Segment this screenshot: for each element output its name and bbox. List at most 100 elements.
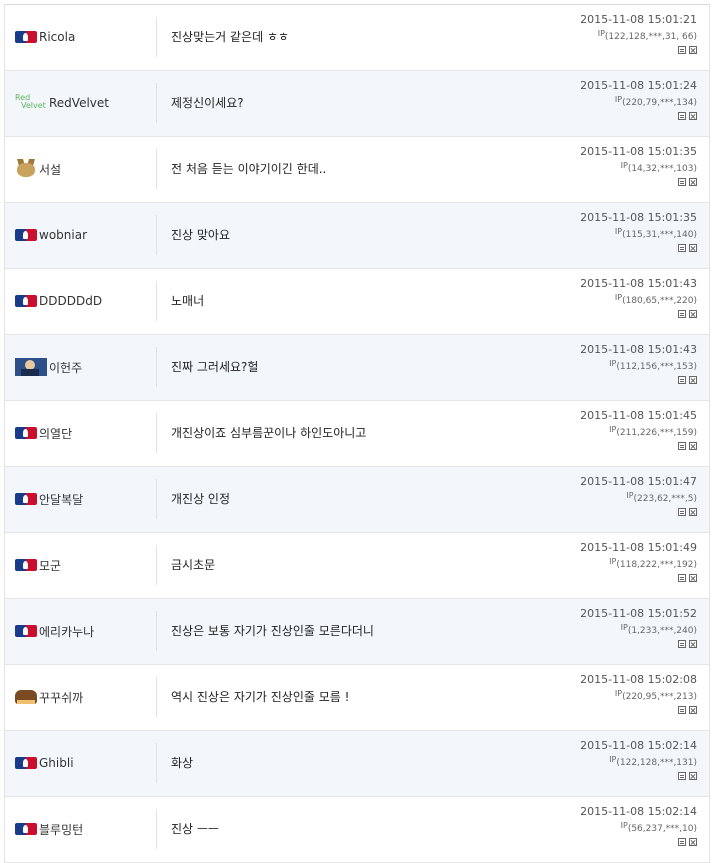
comment-timestamp: 2015-11-08 15:01:47: [580, 475, 697, 488]
comment-author[interactable]: 의열단: [15, 423, 72, 443]
author-name[interactable]: 모군: [39, 557, 61, 574]
comment-meta: 2015-11-08 15:01:49 IP(118,222,***,192): [580, 541, 697, 582]
edit-icon[interactable]: [678, 838, 686, 846]
delete-icon[interactable]: [689, 310, 697, 318]
comment-row: 에리카누나 진상은 보통 자기가 진상인줄 모른다더니 2015-11-08 15:…: [5, 599, 709, 665]
ip-address: IP(180,65,***,220): [580, 291, 697, 308]
comment-author[interactable]: Red Velvet RedVelvet: [15, 93, 109, 113]
comment-meta: 2015-11-08 15:02:14 IP(122,128,***,131): [580, 739, 697, 780]
column-divider: [156, 479, 157, 519]
comment-meta: 2015-11-08 15:01:21 IP(122,128,***,31, 66…: [580, 13, 697, 54]
edit-icon[interactable]: [678, 244, 686, 252]
ip-value: (223,62,***,5): [633, 494, 697, 504]
delete-icon[interactable]: [689, 376, 697, 384]
author-name[interactable]: 서설: [39, 161, 61, 178]
ip-label: IP: [620, 821, 628, 830]
comment-author[interactable]: 서설: [15, 159, 61, 179]
column-divider: [156, 677, 157, 717]
comment-author[interactable]: Ricola: [15, 27, 75, 47]
comment-row: Ricola 진상맞는거 같은데 ㅎㅎ 2015-11-08 15:01:21 IP(…: [5, 5, 709, 71]
delete-icon[interactable]: [689, 640, 697, 648]
ip-address: IP(220,95,***,213): [580, 687, 697, 704]
comment-actions: [580, 244, 697, 252]
edit-icon[interactable]: [678, 640, 686, 648]
ip-label: IP: [614, 689, 623, 698]
edit-icon[interactable]: [678, 706, 686, 714]
edit-icon[interactable]: [678, 772, 686, 780]
column-divider: [156, 545, 157, 585]
ip-value: (122,128,***,131): [616, 758, 697, 768]
comment-meta: 2015-11-08 15:01:43 IP(112,156,***,153): [580, 343, 697, 384]
author-name[interactable]: 블루밍턴: [39, 821, 83, 838]
comment-author[interactable]: 블루밍턴: [15, 819, 83, 839]
author-name[interactable]: Ghibli: [39, 756, 74, 770]
author-name[interactable]: 에리카누나: [39, 623, 94, 640]
comment-row: Red Velvet RedVelvet 제정신이세요? 2015-11-08 15:0…: [5, 71, 709, 137]
comment-text: 제정신이세요?: [171, 96, 244, 110]
comment-row: 서설 전 처음 듣는 이야기이긴 한데.. 2015-11-08 15:01:35 I…: [5, 137, 709, 203]
delete-icon[interactable]: [689, 574, 697, 582]
comment-author[interactable]: wobniar: [15, 225, 87, 245]
ip-value: (1,233,***,240): [627, 626, 697, 636]
delete-icon[interactable]: [689, 178, 697, 186]
comment-text: 진상은 보통 자기가 진상인줄 모른다더니: [171, 624, 374, 638]
delete-icon[interactable]: [689, 46, 697, 54]
comment-text: 금시초문: [171, 558, 216, 572]
ip-address: IP(118,222,***,192): [580, 555, 697, 572]
ip-value: (115,31,***,140): [622, 230, 697, 240]
comment-timestamp: 2015-11-08 15:01:43: [580, 277, 697, 290]
edit-icon[interactable]: [678, 178, 686, 186]
edit-icon[interactable]: [678, 376, 686, 384]
comment-author[interactable]: DDDDDdD: [15, 291, 102, 311]
mlb-logo-icon: [15, 427, 37, 439]
comment-author[interactable]: 에리카누나: [15, 621, 94, 641]
ip-label: IP: [626, 491, 634, 500]
comment-meta: 2015-11-08 15:01:43 IP(180,65,***,220): [580, 277, 697, 318]
author-name[interactable]: 의열단: [39, 425, 72, 442]
comment-author[interactable]: 꾸꾸쉬까: [15, 687, 83, 707]
comment-author[interactable]: Ghibli: [15, 753, 74, 773]
mlb-logo-icon: [15, 229, 37, 241]
cat-avatar-icon: [15, 159, 37, 179]
delete-icon[interactable]: [689, 244, 697, 252]
comment-author[interactable]: 모군: [15, 555, 61, 575]
comment-text: 전 처음 듣는 이야기이긴 한데..: [171, 162, 327, 176]
delete-icon[interactable]: [689, 508, 697, 516]
edit-icon[interactable]: [678, 508, 686, 516]
author-name[interactable]: Ricola: [39, 30, 75, 44]
column-divider: [156, 215, 157, 255]
author-name[interactable]: 안달복달: [39, 491, 83, 508]
comment-author[interactable]: 안달복달: [15, 489, 83, 509]
ip-label: IP: [614, 95, 623, 104]
comment-timestamp: 2015-11-08 15:01:24: [580, 79, 697, 92]
author-name[interactable]: RedVelvet: [49, 96, 109, 110]
comment-actions: [580, 376, 697, 384]
delete-icon[interactable]: [689, 442, 697, 450]
delete-icon[interactable]: [689, 112, 697, 120]
delete-icon[interactable]: [689, 838, 697, 846]
author-name[interactable]: 꾸꾸쉬까: [39, 689, 83, 706]
comment-author[interactable]: 이헌주: [15, 357, 82, 377]
author-name[interactable]: wobniar: [39, 228, 87, 242]
comment-row: DDDDDdD 노매너 2015-11-08 15:01:43 IP(180,65,*…: [5, 269, 709, 335]
author-name[interactable]: 이헌주: [49, 359, 82, 376]
edit-icon[interactable]: [678, 46, 686, 54]
column-divider: [156, 611, 157, 651]
comment-text: 노매너: [171, 294, 205, 308]
edit-icon[interactable]: [678, 112, 686, 120]
delete-icon[interactable]: [689, 706, 697, 714]
comment-row: wobniar 진상 맞아요 2015-11-08 15:01:35 IP(115,3…: [5, 203, 709, 269]
edit-icon[interactable]: [678, 574, 686, 582]
mlb-logo-icon: [15, 757, 37, 769]
edit-icon[interactable]: [678, 310, 686, 318]
author-name[interactable]: DDDDDdD: [39, 294, 102, 308]
ip-value: (211,226,***,159): [616, 428, 697, 438]
ip-label: IP: [614, 293, 623, 302]
edit-icon[interactable]: [678, 442, 686, 450]
comment-actions: [580, 442, 697, 450]
ip-address: IP(211,226,***,159): [580, 423, 697, 440]
comment-text: 개진상이죠 심부름꾼이나 하인도아니고: [171, 426, 367, 440]
comment-text: 개진상 인정: [171, 492, 231, 506]
comment-timestamp: 2015-11-08 15:01:43: [580, 343, 697, 356]
delete-icon[interactable]: [689, 772, 697, 780]
